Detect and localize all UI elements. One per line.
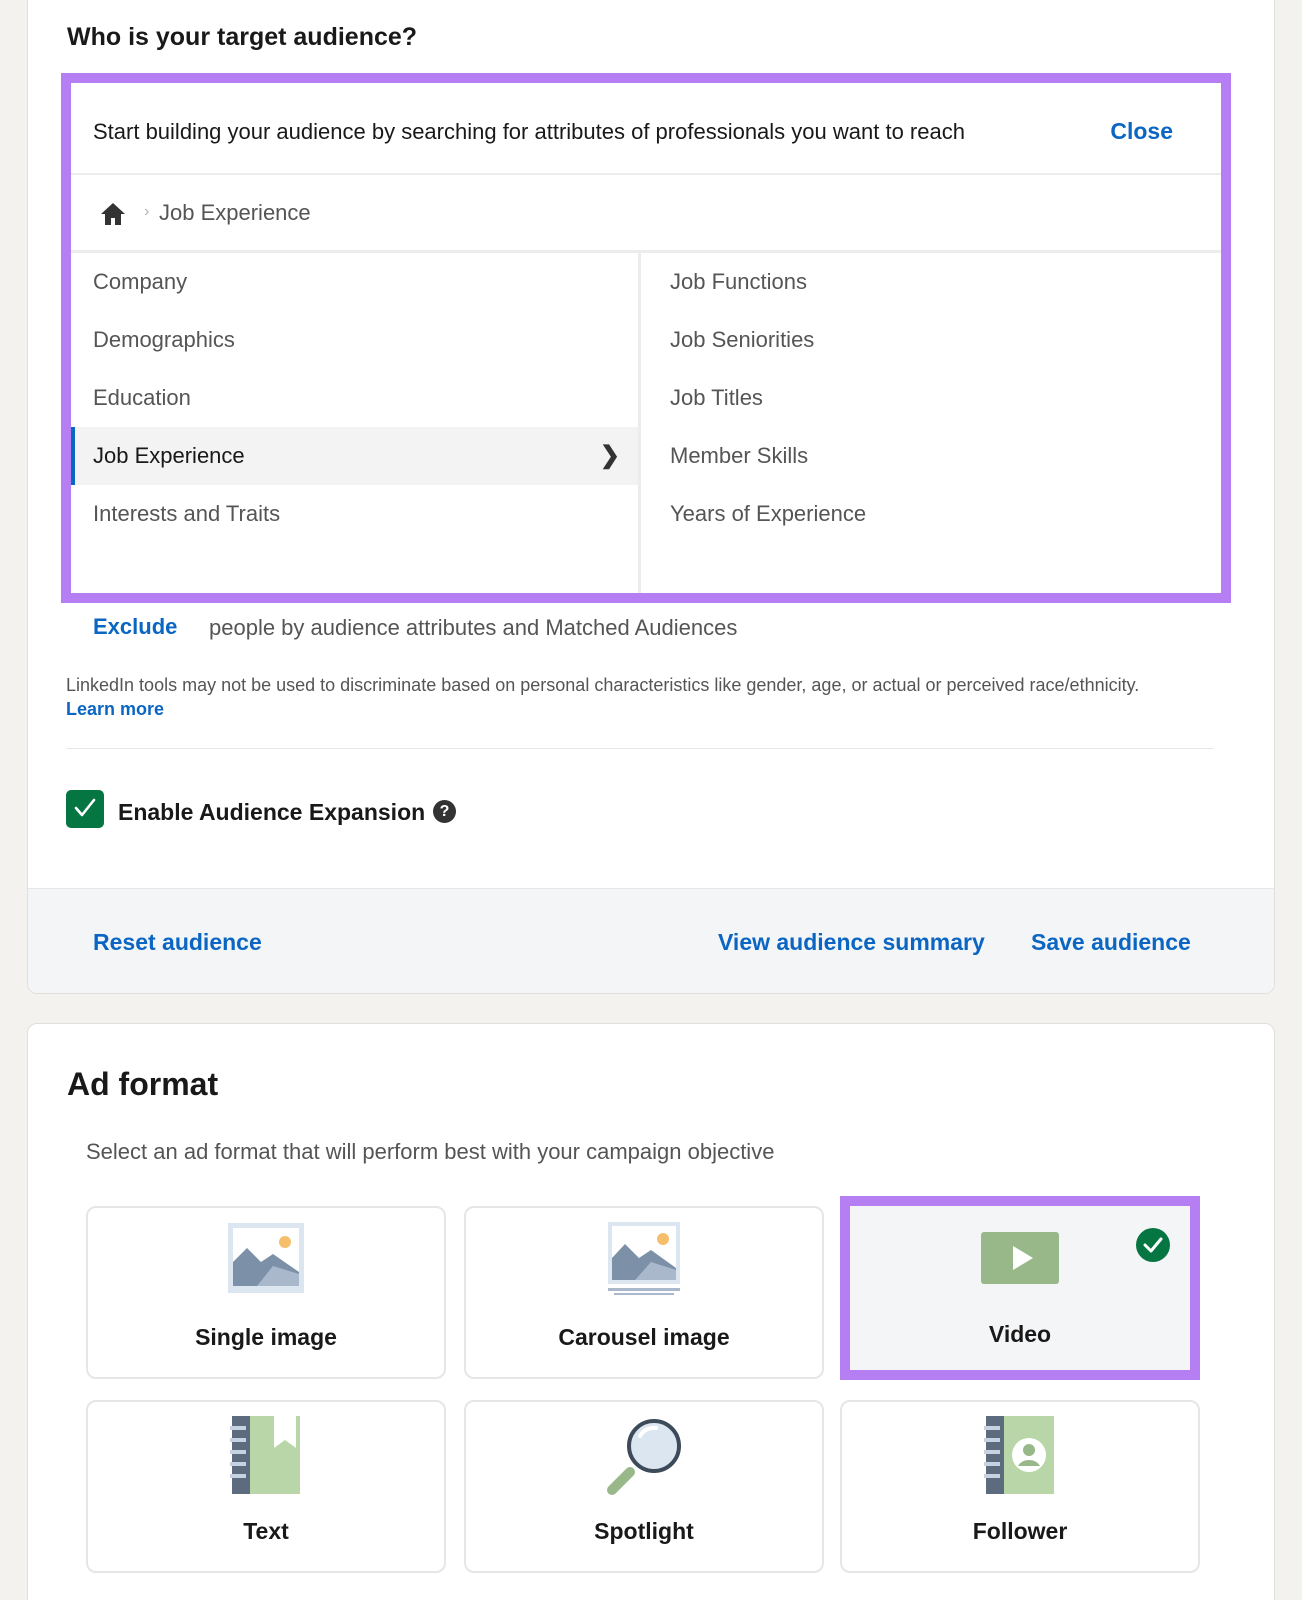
chevron-right-icon: ❯ — [599, 442, 620, 469]
learn-more-link[interactable]: Learn more — [66, 699, 164, 719]
subcategory-label: Job Seniorities — [670, 327, 815, 352]
subcategory-list: Job Functions Job Seniorities Job Titles… — [644, 253, 1221, 593]
breadcrumb-current: Job Experience — [159, 200, 311, 225]
subcategory-member-skills[interactable]: Member Skills — [644, 427, 1221, 485]
picker-header: Start building your audience by searchin… — [71, 83, 1221, 175]
subcategory-years-of-experience[interactable]: Years of Experience — [644, 485, 1221, 543]
audience-card: Who is your target audience? Start build… — [27, 0, 1275, 994]
category-education[interactable]: Education — [71, 369, 638, 427]
selected-check-icon — [1136, 1228, 1170, 1262]
exclude-button[interactable]: Exclude — [93, 614, 177, 640]
breadcrumb-separator-icon: › — [144, 203, 150, 220]
category-list: Company Demographics Education Job Exper… — [71, 253, 641, 593]
ad-format-label: Carousel image — [558, 1324, 730, 1350]
video-icon — [981, 1232, 1059, 1289]
category-label: Company — [93, 269, 188, 294]
ad-format-label: Follower — [972, 1518, 1068, 1544]
audience-picker-highlight: Start building your audience by searchin… — [61, 73, 1231, 603]
subcategory-label: Years of Experience — [670, 501, 867, 526]
ad-format-label: Spotlight — [594, 1518, 694, 1544]
divider — [66, 748, 1214, 749]
subcategory-job-functions[interactable]: Job Functions — [644, 253, 1221, 311]
category-interests-and-traits[interactable]: Interests and Traits — [71, 485, 638, 543]
view-audience-summary-button[interactable]: View audience summary — [718, 929, 985, 956]
subcategory-label: Job Titles — [670, 385, 763, 410]
spotlight-icon — [604, 1416, 684, 1501]
picker-hint: Start building your audience by searchin… — [93, 119, 965, 144]
ad-format-text[interactable]: Text — [86, 1400, 446, 1573]
home-icon[interactable] — [99, 201, 127, 227]
category-label: Job Experience — [93, 443, 245, 468]
subcategory-job-titles[interactable]: Job Titles — [644, 369, 1221, 427]
follower-icon — [984, 1416, 1056, 1499]
ad-format-label: Single image — [195, 1324, 337, 1350]
audience-expansion-checkbox[interactable] — [66, 790, 104, 828]
subcategory-job-seniorities[interactable]: Job Seniorities — [644, 311, 1221, 369]
ad-format-label: Video — [988, 1321, 1052, 1347]
category-label: Interests and Traits — [93, 501, 281, 526]
subcategory-label: Member Skills — [670, 443, 809, 468]
single-image-icon — [227, 1222, 305, 1299]
ad-format-card: Ad format Select an ad format that will … — [27, 1023, 1275, 1600]
subcategory-label: Job Functions — [670, 269, 807, 294]
ad-format-label: Text — [243, 1518, 289, 1544]
disclaimer-text: LinkedIn tools may not be used to discri… — [66, 675, 1140, 695]
text-icon — [230, 1416, 302, 1499]
ad-format-single-image[interactable]: Single image — [86, 1206, 446, 1379]
close-button[interactable]: Close — [1110, 118, 1173, 145]
category-job-experience[interactable]: Job Experience ❯ — [71, 427, 638, 485]
ad-format-video[interactable]: Video — [840, 1196, 1200, 1380]
category-company[interactable]: Company — [71, 253, 638, 311]
ad-format-carousel-image[interactable]: Carousel image — [464, 1206, 824, 1379]
help-icon[interactable]: ? — [433, 800, 456, 823]
category-label: Education — [93, 385, 191, 410]
ad-format-subtitle: Select an ad format that will perform be… — [86, 1139, 775, 1164]
reset-audience-button[interactable]: Reset audience — [93, 929, 262, 956]
ad-format-follower[interactable]: Follower — [840, 1400, 1200, 1573]
audience-expansion-label: Enable Audience Expansion — [118, 799, 426, 825]
exclude-description: people by audience attributes and Matche… — [209, 615, 738, 640]
ad-format-spotlight[interactable]: Spotlight — [464, 1400, 824, 1573]
audience-picker: Start building your audience by searchin… — [71, 83, 1221, 593]
discrimination-disclaimer: LinkedIn tools may not be used to discri… — [66, 673, 1186, 721]
carousel-image-icon — [607, 1222, 681, 1301]
category-demographics[interactable]: Demographics — [71, 311, 638, 369]
save-audience-button[interactable]: Save audience — [1031, 929, 1191, 956]
audience-footer: Reset audience View audience summary Sav… — [28, 888, 1274, 993]
audience-title: Who is your target audience? — [67, 23, 418, 51]
breadcrumb: › Job Experience — [71, 175, 1221, 253]
checkmark-icon — [74, 798, 96, 817]
category-label: Demographics — [93, 327, 235, 352]
ad-format-title: Ad format — [67, 1066, 219, 1102]
